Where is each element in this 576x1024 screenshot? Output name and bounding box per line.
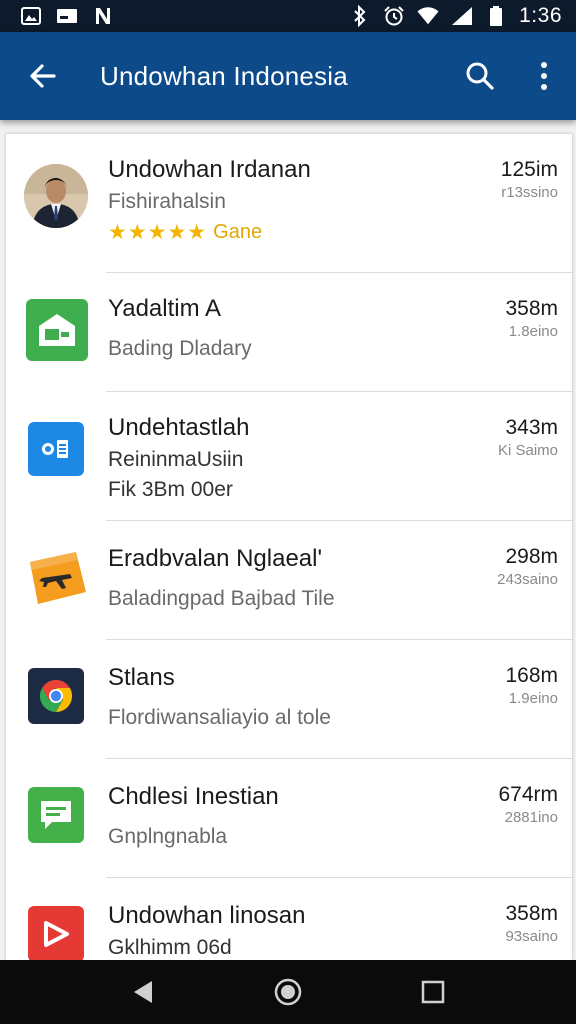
list-item[interactable]: Chdlesi Inestian Gnplngnabla 674rm 2881i…: [6, 759, 572, 877]
more-options-button[interactable]: [512, 32, 576, 120]
item-title: Undowhan linosan: [108, 902, 306, 929]
list-item[interactable]: Undehtastlah ReininmaUsiin Fik 3Bm 00er …: [6, 392, 572, 520]
item-subtitle-secondary: Fik 3Bm 00er: [108, 478, 233, 501]
nav-recents-button[interactable]: [403, 962, 463, 1022]
arrow-back-icon: [30, 64, 56, 88]
item-subtitle: Bading Dladary: [108, 337, 252, 360]
results-list: Undowhan Irdanan Fishirahalsin ★★★★★ Gan…: [6, 134, 572, 960]
app-bar: Undowhan Indonesia: [0, 32, 576, 120]
n-icon: [92, 5, 114, 27]
app-screen: 1:36 Undowhan Indonesia Undowhan Irdanan…: [0, 0, 576, 1024]
search-icon: [466, 62, 494, 90]
back-button[interactable]: [0, 32, 84, 120]
item-distance: 358m: [505, 902, 558, 925]
chrome-icon: [28, 668, 84, 724]
item-distance: 358m: [505, 297, 558, 320]
item-distance: 343m: [505, 416, 558, 439]
list-item[interactable]: Eradbvalan Nglaeal' Baladingpad Bajbad T…: [6, 521, 572, 639]
more-vert-icon: [541, 62, 547, 90]
item-title: Chdlesi Inestian: [108, 783, 279, 810]
item-meta: 1.9eino: [508, 690, 558, 707]
item-meta: 2881ino: [504, 809, 558, 826]
alarm-icon: [383, 5, 405, 27]
signal-icon: [451, 5, 473, 27]
item-title: Undehtastlah: [108, 414, 250, 441]
wifi-icon: [417, 5, 439, 27]
bluetooth-icon: [349, 5, 371, 27]
list-item[interactable]: Undowhan linosan Gklhimm 06d 358m 93sain…: [6, 878, 572, 960]
item-meta: 243saino: [497, 571, 558, 588]
message-icon: [28, 787, 84, 843]
id-card-icon: [28, 422, 84, 476]
cast-icon: [56, 5, 78, 27]
item-title: Eradbvalan Nglaeal': [108, 545, 323, 572]
search-button[interactable]: [448, 32, 512, 120]
item-title: Stlans: [108, 664, 175, 691]
item-meta: Ki Saimo: [497, 442, 558, 459]
item-meta: 1.8eino: [508, 323, 558, 340]
list-item[interactable]: Yadaltim A Bading Dladary 358m 1.8eino: [6, 273, 572, 391]
nav-back-icon: [133, 981, 152, 1003]
nav-recents-icon: [422, 980, 445, 1004]
item-meta: 93saino: [505, 928, 558, 945]
play-icon: [28, 906, 84, 960]
item-subtitle: ReininmaUsiin: [108, 448, 244, 471]
item-distance: 674rm: [498, 783, 558, 806]
page-title: Undowhan Indonesia: [100, 60, 348, 91]
nav-home-icon: [274, 978, 302, 1006]
item-subtitle: Fishirahalsin: [108, 190, 226, 213]
item-meta: r13ssino: [501, 184, 558, 201]
rating-label: Gane: [213, 221, 263, 243]
rating: ★★★★★ Gane: [108, 220, 454, 245]
star-rating-icon: ★★★★★: [108, 221, 208, 244]
item-subtitle: Gnplngnabla: [108, 825, 228, 848]
item-title: Undowhan Irdanan: [108, 156, 311, 183]
item-distance: 125im: [500, 158, 558, 181]
airplane-ticket-icon: [24, 547, 90, 609]
item-subtitle: Baladingpad Bajbad Tile: [108, 587, 335, 610]
list-item[interactable]: Stlans Flordiwansaliayio al tole 168m 1.…: [6, 640, 572, 758]
photo-icon: [20, 5, 42, 27]
home-card-icon: [26, 299, 88, 361]
nav-back-button[interactable]: [113, 962, 173, 1022]
system-nav-bar: [0, 960, 576, 1024]
item-distance: 168m: [505, 664, 558, 687]
item-distance: 298m: [505, 545, 558, 568]
battery-icon: [485, 5, 507, 27]
list-item[interactable]: Undowhan Irdanan Fishirahalsin ★★★★★ Gan…: [6, 134, 572, 272]
status-bar: 1:36: [0, 0, 576, 32]
profile-avatar: [24, 164, 88, 228]
nav-home-button[interactable]: [258, 962, 318, 1022]
item-subtitle: Gklhimm 06d: [108, 936, 232, 959]
status-time: 1:36: [519, 4, 562, 27]
item-subtitle: Flordiwansaliayio al tole: [108, 706, 331, 729]
item-title: Yadaltim A: [108, 295, 221, 322]
